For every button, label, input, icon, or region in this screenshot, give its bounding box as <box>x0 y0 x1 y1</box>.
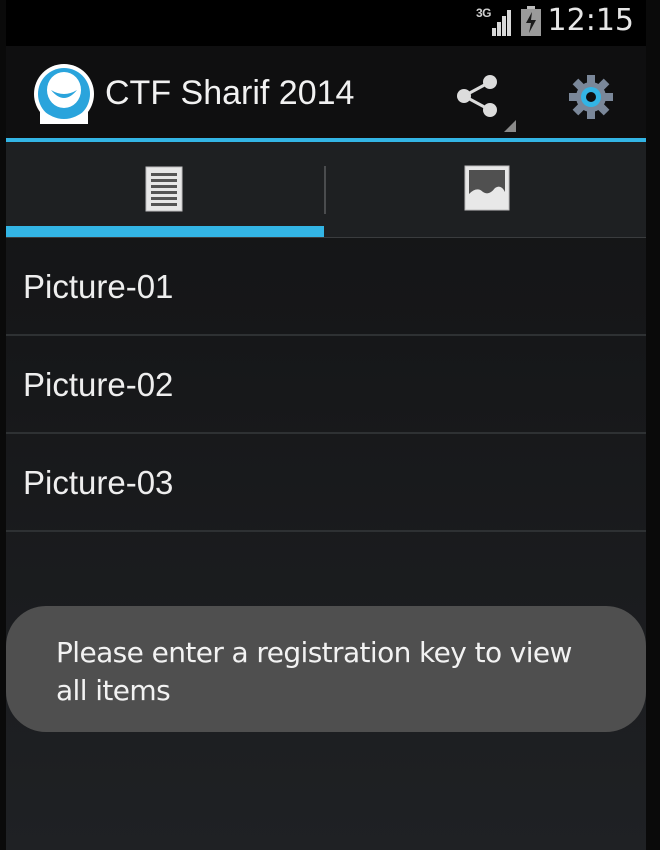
list-item[interactable]: Picture-01 <box>6 238 646 336</box>
list-item[interactable]: Picture-02 <box>6 336 646 434</box>
tab-bar <box>6 142 646 238</box>
gear-icon[interactable] <box>560 66 622 128</box>
toast-message: Please enter a registration key to view … <box>6 606 646 732</box>
list-item-label: Picture-02 <box>23 366 174 403</box>
app-screen: 3G 12:15 CTF Sharif 2014 Picture-01 Pict… <box>6 0 646 850</box>
list-icon <box>145 166 183 212</box>
list-item[interactable]: Picture-03 <box>6 434 646 532</box>
share-icon[interactable] <box>444 60 516 132</box>
battery-icon <box>521 6 541 36</box>
status-clock: 12:15 <box>547 3 634 38</box>
action-bar: CTF Sharif 2014 <box>6 46 646 138</box>
toast-text: Please enter a registration key to view … <box>56 636 572 707</box>
tab-images[interactable] <box>327 142 645 238</box>
list-item-label: Picture-01 <box>23 268 174 305</box>
picture-list: Picture-01 Picture-02 Picture-03 <box>6 238 646 532</box>
signal-icon <box>492 10 511 36</box>
list-item-label: Picture-03 <box>23 464 174 501</box>
app-logo-icon[interactable] <box>34 64 94 124</box>
tab-list[interactable] <box>6 142 324 238</box>
image-icon <box>464 165 510 211</box>
app-title: CTF Sharif 2014 <box>105 74 355 112</box>
tab-divider <box>324 166 326 214</box>
device-frame: 3G 12:15 CTF Sharif 2014 Picture-01 Pict… <box>0 0 660 850</box>
status-bar: 3G 12:15 <box>6 0 646 46</box>
